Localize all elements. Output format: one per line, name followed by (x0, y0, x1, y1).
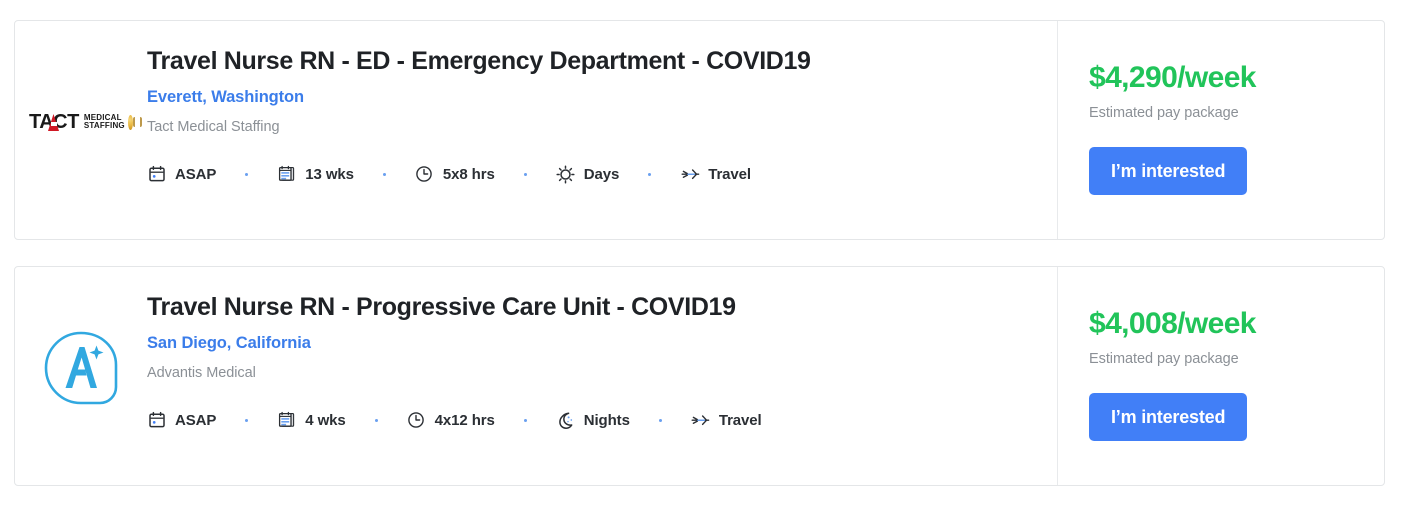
job-meta-shift-hours: 5x8 hrs (415, 165, 495, 184)
job-meta-label: 5x8 hrs (442, 165, 495, 183)
job-meta-label: Travel (718, 411, 762, 429)
tact-logo-subtext: MEDICAL STAFFING (83, 113, 125, 130)
job-pay-panel: $4,008/week Estimated pay package I’m in… (1057, 267, 1384, 485)
job-location[interactable]: San Diego, California (147, 334, 1037, 353)
pay-rate: $4,290/week (1089, 61, 1256, 94)
job-card-main: Travel Nurse RN - Progressive Care Unit … (15, 267, 1057, 485)
job-title[interactable]: Travel Nurse RN - Progressive Care Unit … (147, 293, 1037, 323)
job-meta-duration: 13 wks (277, 165, 354, 184)
job-meta-label: ASAP (175, 165, 217, 183)
im-interested-button[interactable]: I’m interested (1089, 393, 1248, 441)
job-meta-assignment-type: Travel (680, 165, 751, 184)
job-meta-row: ASAP (147, 164, 1037, 184)
job-card[interactable]: Travel Nurse RN - Progressive Care Unit … (14, 266, 1385, 486)
tact-coin-icon (127, 114, 143, 130)
advantis-medical-logo (38, 325, 124, 411)
tact-logo-line2: STAFFING (83, 121, 125, 130)
job-meta-label: ASAP (175, 411, 217, 429)
job-meta-shift-hours: 4x12 hrs (407, 411, 495, 430)
meta-separator-dot (523, 418, 527, 422)
job-meta-duration: 4 wks (277, 411, 346, 430)
clock-icon (407, 411, 426, 430)
tact-medical-staffing-logo: TACT MEDICAL STAFFING (29, 109, 143, 135)
airplane-icon (680, 165, 700, 184)
im-interested-button[interactable]: I’m interested (1089, 147, 1248, 195)
calendar-icon (147, 165, 166, 184)
job-location[interactable]: Everett, Washington (147, 88, 1037, 107)
job-meta-label: 13 wks (305, 165, 354, 183)
tact-logo-accent-mask (50, 122, 57, 126)
job-meta-label: Nights (583, 411, 630, 429)
sun-icon (556, 164, 575, 184)
job-card-body: Travel Nurse RN - ED - Emergency Departm… (147, 47, 1057, 184)
job-card-main: TACT MEDICAL STAFFING Travel Nurse RN - … (15, 21, 1057, 239)
job-meta-label: 4x12 hrs (434, 411, 495, 429)
job-meta-shift-time: Days (556, 164, 620, 184)
job-card-body: Travel Nurse RN - Progressive Care Unit … (147, 293, 1057, 430)
airplane-icon (691, 411, 710, 430)
meta-separator-dot (523, 172, 527, 176)
job-meta-assignment-type: Travel (691, 411, 762, 430)
job-meta-shift-time: Nights (556, 411, 630, 430)
job-meta-label: Days (583, 165, 620, 183)
tact-wordmark: TACT (29, 112, 79, 132)
meta-separator-dot (245, 418, 249, 422)
clock-icon (415, 165, 434, 184)
job-title[interactable]: Travel Nurse RN - ED - Emergency Departm… (147, 47, 1037, 77)
calendar-icon (147, 411, 166, 430)
company-logo: TACT MEDICAL STAFFING (15, 47, 147, 197)
job-meta-label: 4 wks (305, 411, 346, 429)
job-card[interactable]: TACT MEDICAL STAFFING Travel Nurse RN - … (14, 20, 1385, 240)
company-logo (15, 293, 147, 443)
job-results-list: TACT MEDICAL STAFFING Travel Nurse RN - … (0, 0, 1428, 486)
job-meta-start-date: ASAP (147, 165, 216, 184)
meta-separator-dot (648, 172, 652, 176)
meta-separator-dot (382, 172, 386, 176)
notes-icon (277, 411, 296, 430)
job-company: Tact Medical Staffing (147, 118, 280, 135)
moon-icon (556, 411, 575, 430)
pay-caption: Estimated pay package (1089, 105, 1239, 121)
job-meta-start-date: ASAP (147, 411, 216, 430)
job-company: Advantis Medical (147, 364, 256, 381)
job-meta-row: ASAP (147, 411, 1037, 430)
meta-separator-dot (245, 172, 249, 176)
job-pay-panel: $4,290/week Estimated pay package I’m in… (1057, 21, 1384, 239)
notes-icon (277, 165, 296, 184)
pay-caption: Estimated pay package (1089, 351, 1239, 367)
meta-separator-dot (374, 418, 378, 422)
meta-separator-dot (658, 418, 662, 422)
pay-rate: $4,008/week (1089, 307, 1256, 340)
job-meta-label: Travel (708, 165, 751, 183)
